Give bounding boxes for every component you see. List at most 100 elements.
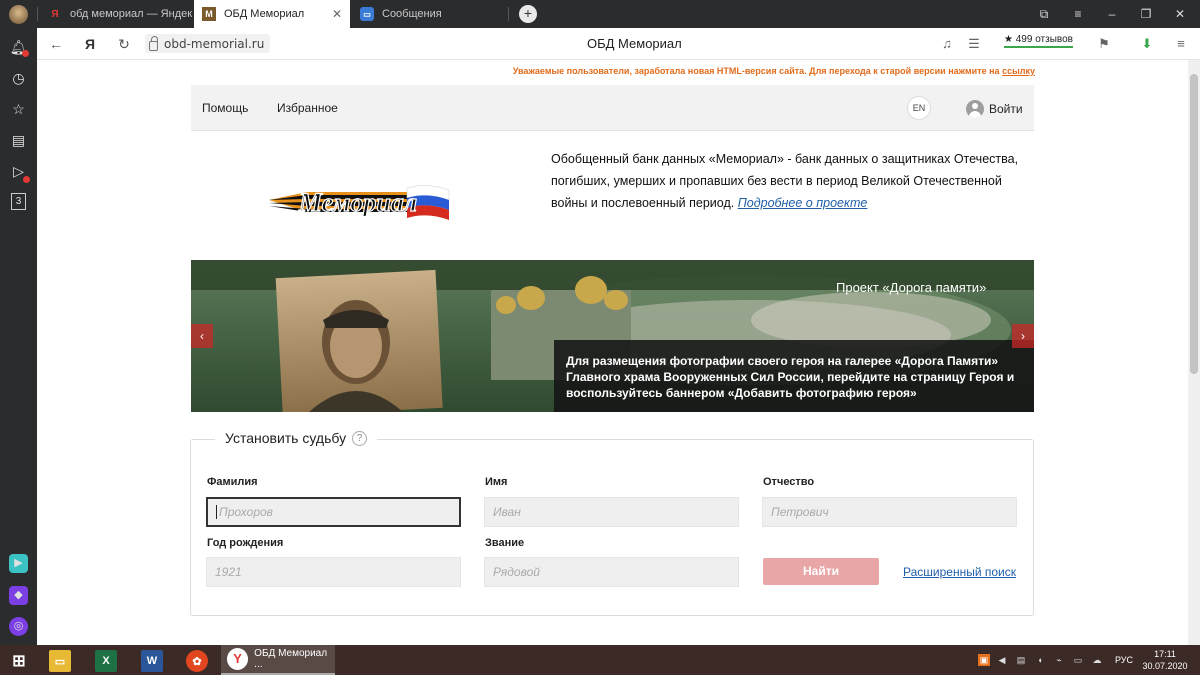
page-scrollbar[interactable] [1188, 60, 1200, 645]
clock-time: 17:11 [1154, 649, 1176, 659]
tray-cloud-icon[interactable]: ☁ [1091, 654, 1103, 666]
advanced-search-link[interactable]: Расширенный поиск [903, 565, 1016, 579]
clock-date: 30.07.2020 [1142, 661, 1188, 671]
tray-language[interactable]: РУС [1110, 654, 1138, 666]
page-title: ОБД Мемориал [587, 36, 682, 51]
reader-audio-icon[interactable]: ♫ [939, 36, 955, 52]
tray-app-icon[interactable]: ▣ [978, 654, 990, 666]
taskbar-app-label: ОБД Мемориал ... [254, 648, 328, 670]
close-tab-icon[interactable]: ✕ [322, 7, 342, 21]
favorites-star-icon[interactable]: ☆ [9, 100, 28, 119]
yandex-favicon-icon: Я [51, 8, 59, 20]
menu-icon[interactable]: ≡ [1061, 0, 1095, 28]
tray-display-icon[interactable]: ▭ [1072, 654, 1084, 666]
more-menu-icon[interactable]: ≡ [1173, 36, 1189, 52]
birth-year-placeholder: 1921 [215, 565, 242, 579]
rank-label: Звание [485, 537, 525, 549]
road-of-memory-banner[interactable]: Проект «Дорога памяти» Для размещения фо… [191, 260, 1034, 412]
banner-prev-arrow-icon[interactable]: ‹ [191, 324, 213, 348]
taskbar-clock[interactable]: 17:11 30.07.2020 [1140, 648, 1190, 672]
file-explorer-icon[interactable]: ▭ [49, 650, 71, 672]
reload-icon[interactable]: ↻ [115, 35, 133, 53]
login-button[interactable]: Войти [966, 100, 1023, 118]
alice-assistant-icon[interactable]: ◎ [9, 617, 28, 636]
notification-badge [22, 50, 29, 57]
old-version-link[interactable]: ссылку [1002, 66, 1035, 76]
name-label: Имя [485, 476, 508, 488]
name-placeholder: Иван [493, 505, 521, 519]
reading-mode-icon[interactable]: ☰ [966, 36, 982, 52]
soldier-photo [275, 269, 443, 412]
site-reviews-badge[interactable]: ★ 499 отзывов [1004, 34, 1073, 48]
scrollbar-thumb[interactable] [1190, 74, 1198, 374]
page-content: Уважаемые пользователи, заработала новая… [37, 60, 1188, 645]
tray-device-icon[interactable]: ▤ [1015, 654, 1027, 666]
url-text: obd-memorial.ru [164, 36, 265, 51]
restore-button[interactable]: ❐ [1129, 0, 1163, 28]
back-arrow-icon[interactable]: ← [47, 35, 65, 53]
site-top-nav: Помощь Избранное EN Войти [191, 85, 1034, 131]
tab-obd-memorial[interactable]: М ОБД Мемориал ✕ [194, 0, 350, 28]
tray-network-icon[interactable]: ⌁ [1053, 654, 1065, 666]
browser-sidebar: 🔔︎ ◷ ☆ ▤ ▷ 3 ▶ ◆ ◎ [0, 28, 37, 645]
login-label: Войти [989, 102, 1023, 116]
bookmarks-panel-icon[interactable]: ⧉ [1027, 0, 1061, 28]
yandex-browser-icon: Y [227, 648, 249, 670]
download-icon[interactable]: ⬇ [1139, 36, 1155, 52]
surname-label: Фамилия [207, 476, 258, 488]
about-project-link[interactable]: Подробнее о проекте [738, 196, 868, 210]
yandex-home-icon[interactable]: Я [81, 35, 99, 53]
history-clock-icon[interactable]: ◷ [9, 69, 28, 88]
help-question-icon[interactable]: ? [352, 430, 368, 446]
nav-favorites-link[interactable]: Избранное [277, 101, 338, 115]
close-window-button[interactable]: ✕ [1163, 0, 1197, 28]
media-badge [23, 176, 30, 183]
language-switch[interactable]: EN [907, 96, 931, 120]
memorial-logo[interactable]: Мемориал [267, 170, 452, 230]
nav-help-link[interactable]: Помощь [202, 101, 248, 115]
text-caret [216, 505, 217, 519]
user-icon [966, 100, 984, 118]
new-tab-button[interactable]: + [519, 5, 537, 23]
tab-separator [37, 7, 38, 21]
search-button[interactable]: Найти [763, 558, 879, 585]
surname-placeholder: Прохоров [219, 505, 273, 519]
name-input[interactable]: Иван [484, 497, 739, 527]
bookmark-icon[interactable]: ⚑ [1096, 36, 1112, 52]
tab-yandex-search[interactable]: Я обд мемориал — Яндекс [40, 0, 192, 28]
zen-app-icon[interactable]: ◆ [9, 586, 28, 605]
patronymic-label: Отчество [763, 476, 815, 488]
banner-next-arrow-icon[interactable]: › [1012, 324, 1034, 348]
form-title: Установить судьбу ? [215, 430, 378, 446]
messages-favicon-icon: ▭ [360, 7, 374, 21]
minimize-button[interactable]: – [1095, 0, 1129, 28]
tab-messages[interactable]: ▭ Сообщения [352, 0, 504, 28]
profile-avatar[interactable] [9, 5, 28, 24]
patronymic-input[interactable]: Петрович [762, 497, 1017, 527]
tabs-count-icon[interactable]: 3 [11, 193, 26, 210]
media-player-icon[interactable]: ✿ [186, 650, 208, 672]
address-bar: ← Я ↻ obd-memorial.ru ОБД Мемориал ♫ ☰ ★… [37, 28, 1200, 60]
surname-input[interactable]: Прохоров [206, 497, 461, 527]
rank-placeholder: Рядовой [493, 565, 540, 579]
tray-sound-alert-icon[interactable]: ◀ [996, 654, 1008, 666]
word-icon[interactable]: W [141, 650, 163, 672]
browser-tab-bar: Я обд мемориал — Яндекс М ОБД Мемориал ✕… [0, 0, 1200, 28]
yandex-messenger-icon[interactable]: ▶ [9, 554, 28, 573]
memorial-favicon-icon: М [202, 7, 216, 21]
patronymic-placeholder: Петрович [771, 505, 829, 519]
logo-text: Мемориал [298, 188, 417, 217]
windows-taskbar: ⊞ ▭ X W ✿ Y ОБД Мемориал ... ▣ ◀ ▤ ◖ ⌁ ▭… [0, 645, 1200, 675]
windows-start-icon[interactable]: ⊞ [8, 650, 30, 672]
birth-year-input[interactable]: 1921 [206, 557, 461, 587]
form-title-text: Установить судьбу [225, 430, 347, 446]
html-version-notice: Уважаемые пользователи, заработала новая… [477, 66, 1035, 76]
tab-label: ОБД Мемориал [224, 8, 305, 20]
url-field[interactable]: obd-memorial.ru [145, 34, 271, 53]
taskbar-browser-app[interactable]: Y ОБД Мемориал ... [221, 645, 335, 675]
lock-icon [149, 35, 158, 51]
rank-input[interactable]: Рядовой [484, 557, 739, 587]
collections-icon[interactable]: ▤ [9, 131, 28, 150]
excel-icon[interactable]: X [95, 650, 117, 672]
tray-volume-icon[interactable]: ◖ [1034, 654, 1046, 666]
